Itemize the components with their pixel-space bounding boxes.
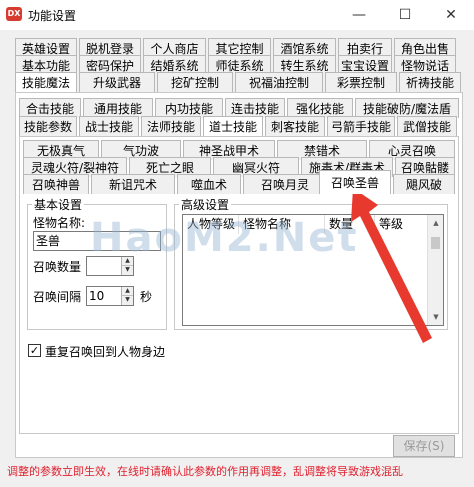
tab-summon-holy-beast[interactable]: 召唤圣兽 xyxy=(319,170,391,194)
red-arrow-icon xyxy=(351,188,432,343)
